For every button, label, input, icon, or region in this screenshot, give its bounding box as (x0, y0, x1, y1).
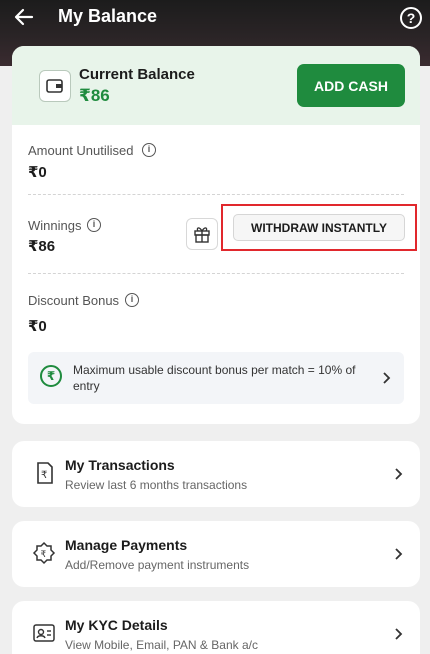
rupee-percent-icon: ₹ (40, 365, 62, 387)
amount-unutilised-value: ₹0 (28, 164, 47, 181)
gift-button[interactable] (186, 218, 218, 250)
notice-text: Maximum usable discount bonus per match … (73, 363, 356, 393)
kyc-icon (33, 624, 55, 642)
current-balance-value: ₹86 (79, 86, 110, 105)
menu-title: Manage Payments (65, 537, 188, 553)
withdraw-highlight: WITHDRAW INSTANTLY (221, 204, 417, 251)
discount-notice[interactable]: ₹ Maximum usable discount bonus per matc… (28, 352, 404, 404)
current-balance-section: Current Balance ₹86 ADD CASH (12, 46, 420, 125)
menu-item-kyc[interactable]: My KYC Details View Mobile, Email, PAN &… (12, 601, 420, 654)
winnings-label: Winnings (28, 218, 82, 233)
chevron-right-icon (395, 628, 403, 640)
info-icon[interactable]: i (142, 143, 156, 157)
discount-bonus-value: ₹0 (28, 318, 47, 335)
balance-card: Current Balance ₹86 ADD CASH Amount Unut… (12, 46, 420, 424)
payments-icon: ₹ (32, 541, 56, 565)
menu-item-payments[interactable]: ₹ Manage Payments Add/Remove payment ins… (12, 521, 420, 587)
menu-subtitle: Add/Remove payment instruments (65, 558, 250, 572)
add-cash-button[interactable]: ADD CASH (297, 64, 405, 107)
chevron-right-icon (395, 548, 403, 560)
transactions-icon: ₹ (37, 462, 53, 484)
page-title: My Balance (58, 6, 158, 26)
svg-text:₹: ₹ (41, 550, 47, 560)
menu-item-transactions[interactable]: ₹ My Transactions Review last 6 months t… (12, 441, 420, 507)
chevron-right-icon (383, 372, 391, 384)
divider (28, 273, 404, 274)
menu-subtitle: Review last 6 months transactions (65, 478, 248, 492)
amount-unutilised-label: Amount Unutilised (28, 143, 134, 158)
info-icon[interactable]: i (87, 218, 101, 232)
discount-bonus-label: Discount Bonus (28, 293, 120, 308)
chevron-right-icon (395, 468, 403, 480)
info-icon[interactable]: i (125, 293, 139, 307)
withdraw-instantly-button[interactable]: WITHDRAW INSTANTLY (233, 214, 405, 241)
menu-title: My Transactions (65, 457, 175, 473)
winnings-value: ₹86 (28, 238, 56, 255)
current-balance-label: Current Balance (79, 66, 195, 83)
back-arrow-icon[interactable] (12, 5, 36, 29)
menu-subtitle: View Mobile, Email, PAN & Bank a/c (65, 638, 258, 652)
wallet-icon (39, 70, 71, 102)
divider (28, 194, 404, 195)
help-icon[interactable]: ? (400, 7, 422, 29)
gift-icon (194, 227, 210, 243)
menu-title: My KYC Details (65, 617, 168, 633)
svg-text:₹: ₹ (41, 470, 47, 481)
